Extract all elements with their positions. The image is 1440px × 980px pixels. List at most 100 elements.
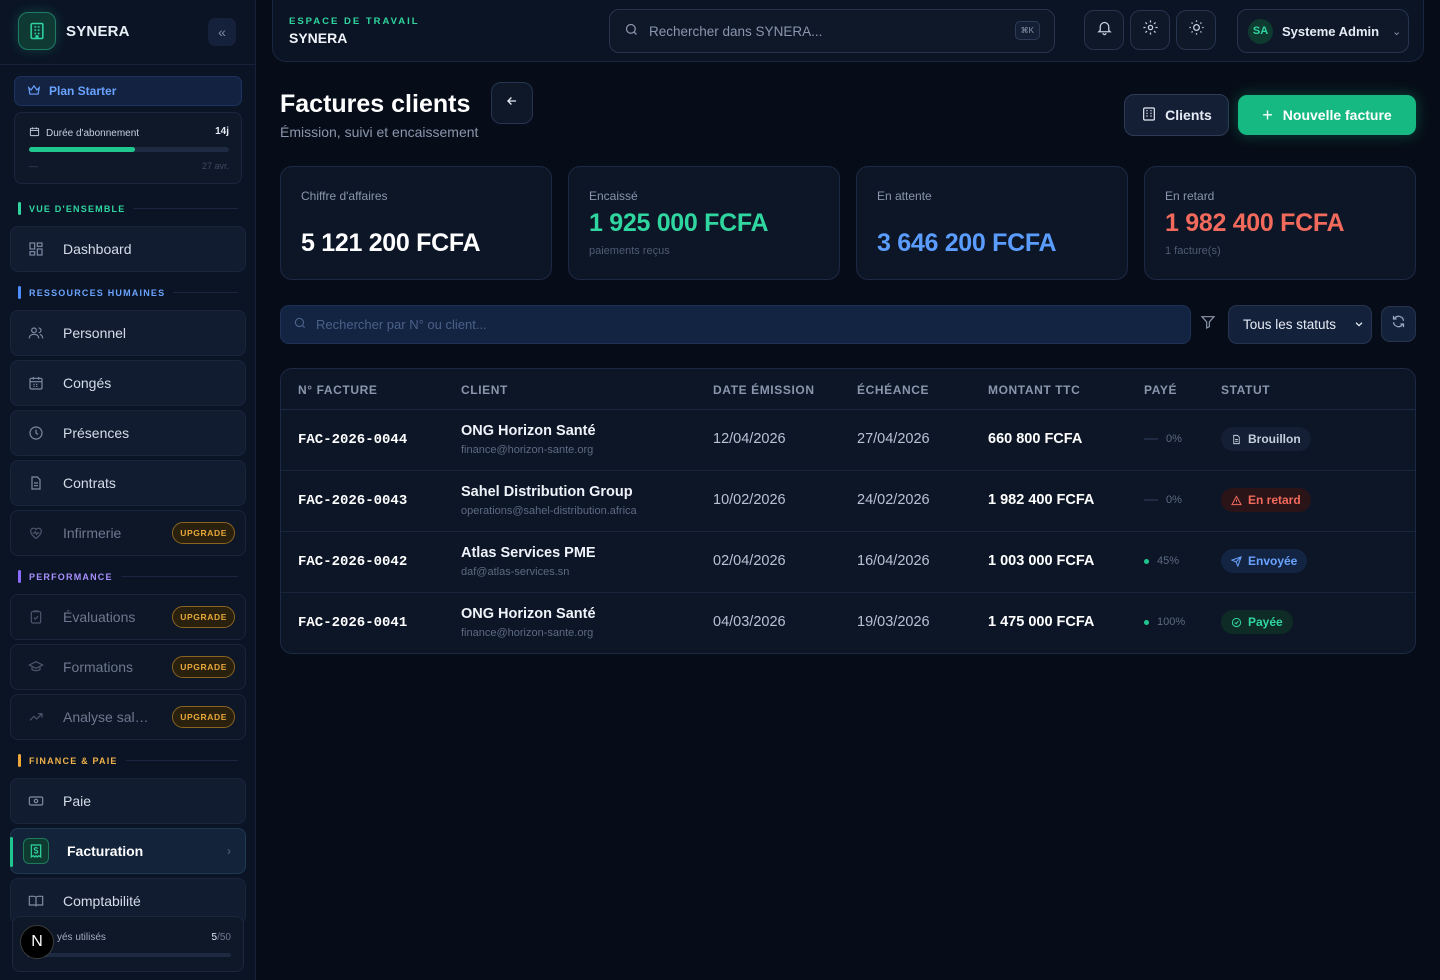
upgrade-badge[interactable]: UPGRADE bbox=[172, 706, 235, 728]
subscription-progress bbox=[29, 147, 229, 152]
invoice-number[interactable]: FAC-2026-0044 bbox=[298, 432, 407, 448]
plan-badge[interactable]: Plan Starter bbox=[14, 76, 242, 106]
arrow-left-icon bbox=[505, 94, 519, 113]
section-finance: FINANCE & PAIE bbox=[18, 754, 238, 767]
graduation-cap-icon bbox=[27, 658, 45, 676]
n-badge[interactable]: N bbox=[20, 925, 54, 959]
column-header[interactable]: DATE ÉMISSION bbox=[713, 383, 815, 397]
bell-icon bbox=[1096, 19, 1113, 41]
due-date: 19/03/2026 bbox=[857, 614, 930, 630]
amount: 660 800 FCFA bbox=[988, 431, 1083, 447]
sidebar-item-presences[interactable]: Présences bbox=[10, 410, 246, 456]
notifications-button[interactable] bbox=[1084, 10, 1124, 50]
client-name[interactable]: ONG Horizon Santé bbox=[461, 606, 596, 622]
kpi-card-collected: Encaissé 1 925 000 FCFA paiements reçus bbox=[568, 166, 840, 280]
check-circle-icon bbox=[1231, 617, 1242, 628]
plan-label: Plan Starter bbox=[49, 84, 117, 98]
client-email: finance@horizon-sante.org bbox=[461, 444, 594, 456]
client-name[interactable]: Sahel Distribution Group bbox=[461, 484, 633, 500]
sidebar-item-paie[interactable]: Paie bbox=[10, 778, 246, 824]
chevron-down-icon bbox=[1354, 317, 1364, 332]
usage-value: 5/50 bbox=[211, 932, 231, 943]
alert-triangle-icon bbox=[1231, 494, 1242, 506]
sidebar-item-label: Dashboard bbox=[63, 241, 132, 257]
gear-icon bbox=[1142, 19, 1159, 41]
new-invoice-button[interactable]: + Nouvelle facture bbox=[1238, 95, 1416, 135]
invoice-search-input[interactable]: Rechercher par N° ou client... bbox=[280, 305, 1191, 344]
column-header[interactable]: CLIENT bbox=[461, 383, 508, 397]
sidebar-item-label: Facturation bbox=[67, 843, 144, 859]
kpi-label: En attente bbox=[877, 189, 932, 203]
chevrons-left-icon: « bbox=[218, 24, 226, 40]
status-label: En retard bbox=[1248, 493, 1301, 507]
due-date: 24/02/2026 bbox=[857, 492, 930, 508]
paid-indicator bbox=[1144, 619, 1149, 625]
paid-cell: 100% bbox=[1144, 616, 1185, 628]
client-email: daf@atlas-services.sn bbox=[461, 566, 570, 578]
heart-pulse-icon bbox=[27, 524, 45, 542]
client-email: finance@horizon-sante.org bbox=[461, 627, 594, 639]
calendar-icon bbox=[29, 126, 40, 140]
column-header[interactable]: N° FACTURE bbox=[298, 383, 377, 397]
sidebar-item-formations[interactable]: Formations UPGRADE bbox=[10, 644, 246, 690]
issue-date: 10/02/2026 bbox=[713, 492, 786, 508]
sidebar-item-facturation[interactable]: Facturation › bbox=[10, 828, 246, 874]
plus-icon: + bbox=[1262, 104, 1273, 125]
invoice-number[interactable]: FAC-2026-0042 bbox=[298, 554, 407, 570]
table-row[interactable]: FAC-2026-0044 ONG Horizon Santé finance@ho… bbox=[281, 410, 1415, 471]
workspace-eyebrow: ESPACE DE TRAVAIL bbox=[289, 16, 420, 27]
invoices-table: N° FACTURE CLIENT DATE ÉMISSION ÉCHÉANCE… bbox=[280, 368, 1416, 654]
status-label: Envoyée bbox=[1248, 554, 1298, 568]
divider bbox=[0, 64, 256, 65]
collapse-sidebar-button[interactable]: « bbox=[208, 18, 236, 46]
settings-button[interactable] bbox=[1130, 10, 1170, 50]
sidebar-item-conges[interactable]: Congés bbox=[10, 360, 246, 406]
column-header[interactable]: ÉCHÉANCE bbox=[857, 383, 929, 397]
new-invoice-label: Nouvelle facture bbox=[1282, 107, 1392, 123]
section-performance: PERFORMANCE bbox=[18, 570, 238, 583]
clock-icon bbox=[27, 424, 45, 442]
upgrade-badge[interactable]: UPGRADE bbox=[172, 606, 235, 628]
building-icon bbox=[1141, 106, 1157, 125]
refresh-button[interactable] bbox=[1381, 306, 1416, 342]
user-menu[interactable]: SA Systeme Admin ⌄ bbox=[1237, 9, 1409, 53]
receipt-icon bbox=[23, 838, 49, 864]
clients-button[interactable]: Clients bbox=[1124, 94, 1229, 136]
global-search-input[interactable]: Rechercher dans SYNERA... ⌘K bbox=[609, 9, 1055, 53]
kpi-label: Chiffre d'affaires bbox=[301, 189, 388, 203]
upgrade-badge[interactable]: UPGRADE bbox=[172, 656, 235, 678]
sidebar-item-evaluations[interactable]: Évaluations UPGRADE bbox=[10, 594, 246, 640]
sidebar-item-dashboard[interactable]: Dashboard bbox=[10, 226, 246, 272]
kpi-value: 3 646 200 FCFA bbox=[877, 229, 1057, 257]
sidebar: SYNERA « Plan Starter Durée d'abonnement… bbox=[0, 0, 256, 980]
upgrade-badge[interactable]: UPGRADE bbox=[172, 522, 235, 544]
layout-grid-icon bbox=[27, 240, 45, 258]
amount: 1 475 000 FCFA bbox=[988, 614, 1095, 630]
status-select-value: Tous les statuts bbox=[1243, 317, 1337, 332]
client-name[interactable]: ONG Horizon Santé bbox=[461, 423, 596, 439]
sidebar-item-contrats[interactable]: Contrats bbox=[10, 460, 246, 506]
table-row[interactable]: FAC-2026-0041 ONG Horizon Santé finance@ho… bbox=[281, 593, 1415, 653]
theme-toggle-button[interactable] bbox=[1176, 10, 1216, 50]
invoice-number[interactable]: FAC-2026-0043 bbox=[298, 493, 407, 509]
sidebar-item-personnel[interactable]: Personnel bbox=[10, 310, 246, 356]
users-icon bbox=[27, 324, 45, 342]
sidebar-item-infirmerie[interactable]: Infirmerie UPGRADE bbox=[10, 510, 246, 556]
sidebar-item-label: Personnel bbox=[63, 325, 127, 341]
client-name[interactable]: Atlas Services PME bbox=[461, 545, 596, 561]
brand[interactable]: SYNERA bbox=[18, 12, 130, 50]
sidebar-item-analyse-salariale[interactable]: Analyse salari… UPGRADE bbox=[10, 694, 246, 740]
trending-up-icon bbox=[27, 708, 45, 726]
paid-indicator bbox=[1144, 558, 1149, 564]
table-row[interactable]: FAC-2026-0043 Sahel Distribution Group ope… bbox=[281, 471, 1415, 532]
chevron-right-icon: › bbox=[227, 844, 231, 858]
column-header[interactable]: MONTANT TTC bbox=[988, 383, 1080, 397]
status-select[interactable]: Tous les statuts bbox=[1228, 305, 1372, 344]
banknote-icon bbox=[27, 792, 45, 810]
invoice-number[interactable]: FAC-2026-0041 bbox=[298, 615, 407, 631]
table-row[interactable]: FAC-2026-0042 Atlas Services PME daf@atlas… bbox=[281, 532, 1415, 593]
back-button[interactable] bbox=[491, 82, 533, 124]
global-search-placeholder: Rechercher dans SYNERA... bbox=[649, 23, 823, 39]
column-header[interactable]: PAYÉ bbox=[1144, 383, 1177, 397]
column-header[interactable]: STATUT bbox=[1221, 383, 1270, 397]
